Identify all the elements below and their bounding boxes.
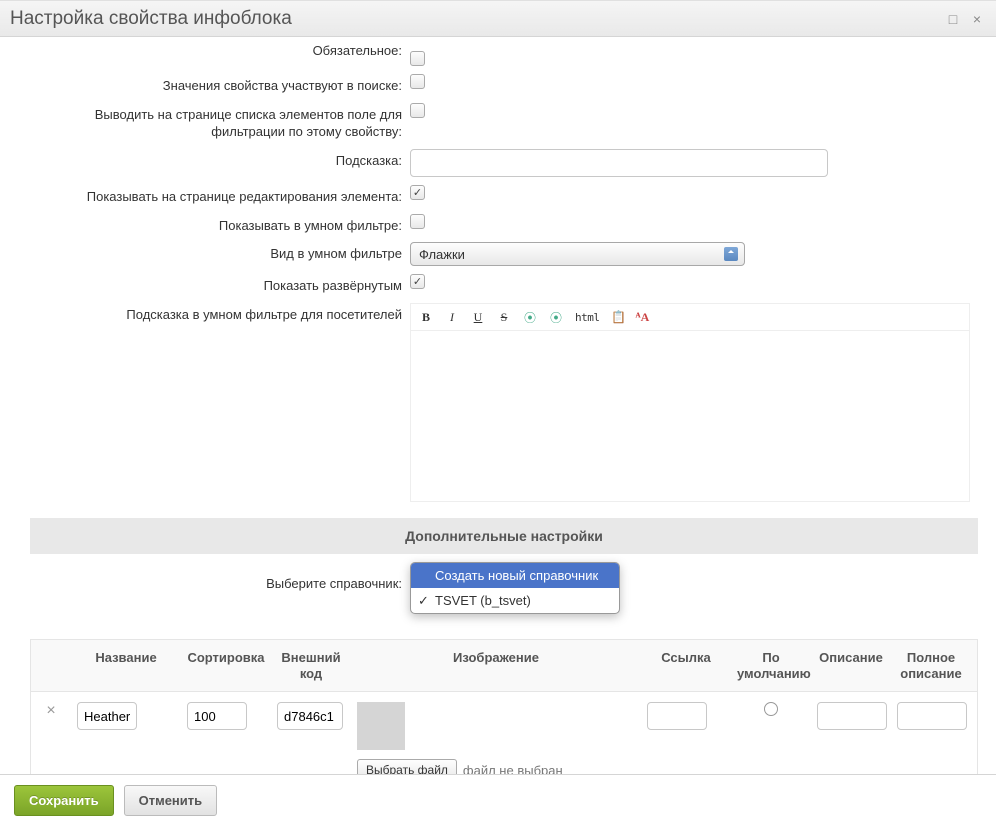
values-table: Название Сортировка Внешний код Изображе… — [30, 639, 978, 774]
close-icon[interactable]: × — [968, 10, 986, 28]
label-show-edit: Показывать на странице редактирования эл… — [30, 185, 410, 206]
label-smart-filter: Показывать в умном фильтре: — [30, 214, 410, 235]
th-desc: Описание — [811, 640, 891, 691]
th-link: Ссылка — [641, 640, 731, 691]
th-full: Полное описание — [891, 640, 971, 691]
th-default: По умолчанию — [731, 640, 811, 691]
checkbox-smart-filter[interactable] — [410, 214, 425, 229]
label-filter-field: Выводить на странице списка элементов по… — [30, 103, 410, 141]
rich-editor: B I U S ⦿ ⦿ html 📋 ᴬA — [410, 303, 970, 502]
strike-icon[interactable]: S — [495, 308, 513, 326]
window-titlebar: Настройка свойства инфоблока □ × — [0, 1, 996, 37]
directory-option-tsvet[interactable]: TSVET (b_tsvet) — [411, 588, 619, 613]
choose-file-button[interactable]: Выбрать файл — [357, 759, 457, 774]
maximize-icon[interactable]: □ — [944, 10, 962, 28]
input-row-desc[interactable] — [817, 702, 887, 730]
checkbox-expanded[interactable] — [410, 274, 425, 289]
table-row: × Выбрать файл файл не выбран Файл: Heat… — [31, 692, 977, 774]
checkbox-search[interactable] — [410, 74, 425, 89]
th-delete — [31, 640, 71, 691]
editor-toolbar: B I U S ⦿ ⦿ html 📋 ᴬA — [411, 304, 969, 331]
th-name: Название — [71, 640, 181, 691]
html-mode-icon[interactable]: html — [573, 308, 602, 326]
th-code: Внешний код — [271, 640, 351, 691]
paste-icon[interactable]: 📋 — [610, 308, 628, 326]
dialog-footer: Сохранить Отменить — [0, 774, 996, 826]
thumbnail-preview — [357, 702, 405, 750]
font-size-icon[interactable]: ᴬA — [636, 308, 650, 326]
checkbox-required[interactable] — [410, 51, 425, 66]
dialog-content: Обязательное: Значения свойства участвую… — [0, 37, 996, 774]
input-row-full[interactable] — [897, 702, 967, 730]
checkbox-filter-field[interactable] — [410, 103, 425, 118]
cancel-button[interactable]: Отменить — [124, 785, 218, 816]
file-status: файл не выбран — [463, 763, 563, 774]
input-row-code[interactable] — [277, 702, 343, 730]
label-smart-view: Вид в умном фильтре — [30, 242, 410, 263]
checkbox-show-edit[interactable] — [410, 185, 425, 200]
label-directory: Выберите справочник: — [30, 572, 410, 593]
input-row-sort[interactable] — [187, 702, 247, 730]
label-visitor-hint: Подсказка в умном фильтре для посетителе… — [30, 303, 410, 324]
label-expanded: Показать развёрнутым — [30, 274, 410, 295]
radio-default[interactable] — [764, 702, 778, 716]
save-button[interactable]: Сохранить — [14, 785, 114, 816]
th-image: Изображение — [351, 640, 641, 691]
window-title: Настройка свойства инфоблока — [10, 8, 938, 30]
directory-option-create[interactable]: Создать новый справочник — [411, 563, 619, 588]
link-icon[interactable]: ⦿ — [521, 308, 539, 326]
delete-row-icon[interactable]: × — [46, 702, 55, 719]
label-required: Обязательное: — [30, 43, 410, 60]
label-hint: Подсказка: — [30, 149, 410, 170]
underline-icon[interactable]: U — [469, 308, 487, 326]
select-smart-view[interactable]: Флажки — [410, 242, 745, 266]
section-additional: Дополнительные настройки — [30, 518, 978, 554]
input-row-name[interactable] — [77, 702, 137, 730]
editor-body[interactable] — [411, 331, 969, 501]
input-hint[interactable] — [410, 149, 828, 177]
input-row-link[interactable] — [647, 702, 707, 730]
italic-icon[interactable]: I — [443, 308, 461, 326]
unlink-icon[interactable]: ⦿ — [547, 308, 565, 326]
directory-dropdown[interactable]: Создать новый справочник TSVET (b_tsvet) — [410, 562, 620, 614]
bold-icon[interactable]: B — [417, 308, 435, 326]
label-search: Значения свойства участвуют в поиске: — [30, 74, 410, 95]
th-sort: Сортировка — [181, 640, 271, 691]
